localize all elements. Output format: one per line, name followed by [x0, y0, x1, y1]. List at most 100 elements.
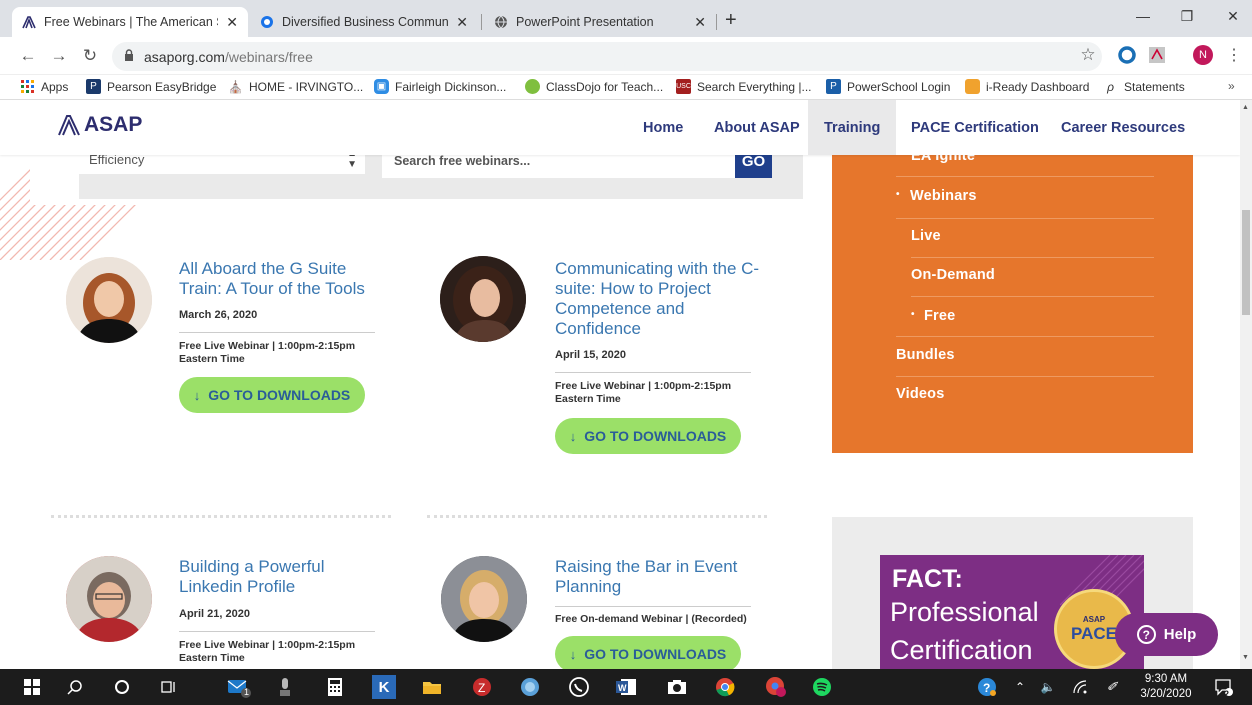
- bookmark-star-icon[interactable]: ☆: [1078, 45, 1098, 65]
- notification-badge: 2: [1224, 689, 1230, 699]
- presenter-photo: [66, 556, 152, 642]
- logo-text: ASAP: [84, 113, 143, 136]
- webinar-info: Free Live Webinar | 1:00pm-2:15pm Easter…: [179, 639, 355, 665]
- go-to-downloads-button[interactable]: ↓ GO TO DOWNLOADS: [555, 418, 741, 454]
- camera-icon[interactable]: [665, 675, 689, 699]
- help-tray-icon[interactable]: ?: [975, 675, 999, 699]
- tray-chevron-up-icon[interactable]: ⌃: [1008, 675, 1032, 699]
- bookmarks-overflow-chevron-icon[interactable]: »: [1228, 79, 1235, 93]
- back-arrow-icon[interactable]: ←: [18, 46, 38, 66]
- bookmark-label: i-Ready Dashboard: [986, 79, 1090, 94]
- task-view-icon[interactable]: [157, 675, 181, 699]
- microphone-app-icon[interactable]: [273, 675, 297, 699]
- svg-text:Z: Z: [478, 681, 485, 695]
- go-to-downloads-button[interactable]: ↓ GO TO DOWNLOADS: [555, 636, 741, 669]
- bookmark-iready[interactable]: i-Ready Dashboard: [965, 79, 1089, 94]
- chrome-icon[interactable]: [713, 675, 737, 699]
- tab-close-icon[interactable]: ✕: [456, 14, 468, 31]
- spotify-icon[interactable]: [810, 675, 834, 699]
- zotero-icon[interactable]: Z: [470, 675, 494, 699]
- webinar-title-link[interactable]: Raising the Bar in Event Planning: [555, 557, 765, 597]
- badge-main-text: PACE: [1071, 623, 1117, 643]
- url-path: /webinars/free: [224, 48, 313, 65]
- browser-toolbar: ← → ↻ asaporg.com/webinars/free ☆ N ⋮: [0, 37, 1252, 75]
- scroll-down-icon[interactable]: ▼: [1242, 654, 1249, 661]
- windows-start-icon[interactable]: [20, 675, 44, 699]
- restore-icon[interactable]: ❐: [1172, 8, 1202, 25]
- cortana-icon[interactable]: [110, 675, 134, 699]
- bookmark-label: ClassDojo for Teach...: [546, 79, 664, 94]
- web-app-icon[interactable]: [518, 675, 542, 699]
- webinar-title-link[interactable]: All Aboard the G Suite Train: A Tour of …: [179, 259, 379, 299]
- sidebar-item-videos[interactable]: Videos: [896, 386, 944, 402]
- page-scrollbar[interactable]: ▲ ▼: [1240, 100, 1252, 669]
- scroll-up-icon[interactable]: ▲: [1242, 104, 1249, 111]
- forward-arrow-icon[interactable]: →: [49, 46, 69, 66]
- sidebar-item-webinars[interactable]: Webinars: [910, 188, 977, 204]
- go-to-downloads-button[interactable]: ↓ GO TO DOWNLOADS: [179, 377, 365, 413]
- bookmark-classdojo[interactable]: ClassDojo for Teach...: [525, 79, 663, 94]
- nav-home[interactable]: Home: [627, 100, 699, 155]
- nav-training[interactable]: Training: [808, 100, 897, 155]
- school-building-icon: ⛪: [228, 79, 243, 94]
- asap-logo[interactable]: ASAP: [57, 113, 142, 137]
- bookmark-label: Pearson EasyBridge: [107, 79, 217, 94]
- extension-pdf-icon[interactable]: [1147, 45, 1167, 65]
- bookmark-search-everything[interactable]: USC Search Everything |...: [676, 79, 812, 94]
- address-bar[interactable]: asaporg.com/webinars/free: [112, 42, 1102, 71]
- bookmark-fairleigh[interactable]: ▣ Fairleigh Dickinson...: [374, 79, 506, 94]
- bookmark-statements[interactable]: ρ Statements: [1103, 79, 1185, 94]
- k-app-icon[interactable]: K: [372, 675, 396, 699]
- scrollbar-thumb[interactable]: [1242, 210, 1250, 315]
- profile-avatar[interactable]: N: [1193, 45, 1213, 65]
- bookmark-pearson[interactable]: P Pearson EasyBridge: [86, 79, 216, 94]
- volume-icon[interactable]: 🔈: [1036, 675, 1060, 699]
- tab-diversified-business[interactable]: Diversified Business Communications ✕: [250, 7, 478, 37]
- reload-icon[interactable]: ↻: [80, 46, 100, 66]
- search-icon[interactable]: [63, 675, 87, 699]
- window-close-icon[interactable]: ✕: [1218, 8, 1248, 25]
- file-explorer-icon[interactable]: [420, 675, 444, 699]
- webinar-title-link[interactable]: Building a Powerful Linkedin Profile: [179, 557, 379, 597]
- minimize-icon[interactable]: —: [1128, 8, 1158, 24]
- webinar-info-line: Eastern Time: [179, 652, 245, 664]
- system-clock[interactable]: 9:30 AM 3/20/2020: [1130, 672, 1202, 702]
- bookmark-label: Statements: [1124, 79, 1185, 94]
- sidebar-item-live[interactable]: Live: [911, 228, 941, 244]
- help-button[interactable]: ? Help: [1115, 613, 1218, 656]
- clock-date: 3/20/2020: [1140, 688, 1192, 700]
- tab-free-webinars[interactable]: Free Webinars | The American Society of …: [12, 7, 248, 37]
- word-icon[interactable]: W: [614, 675, 638, 699]
- tab-separator: [716, 14, 717, 30]
- bookmark-label: HOME - IRVINGTO...: [249, 79, 364, 94]
- wifi-icon[interactable]: [1068, 675, 1092, 699]
- tab-close-icon[interactable]: ✕: [226, 14, 238, 31]
- nav-pace-certification[interactable]: PACE Certification: [895, 100, 1055, 155]
- webinar-info-line: Eastern Time: [179, 353, 245, 365]
- nav-career-resources[interactable]: Career Resources: [1045, 100, 1201, 155]
- bookmark-powerschool[interactable]: P PowerSchool Login: [826, 79, 950, 94]
- presenter-photo: [66, 257, 152, 343]
- bookmark-apps[interactable]: Apps: [20, 79, 68, 94]
- pen-ink-icon[interactable]: ✐: [1100, 675, 1124, 699]
- button-label: GO TO DOWNLOADS: [208, 387, 351, 403]
- chrome-profile-icon[interactable]: [764, 675, 788, 699]
- tab-powerpoint[interactable]: PowerPoint Presentation ✕: [484, 7, 716, 37]
- bookmark-irvington[interactable]: ⛪ HOME - IRVINGTO...: [228, 79, 363, 94]
- nav-about-asap[interactable]: About ASAP: [698, 100, 816, 155]
- browser-tab-strip: Free Webinars | The American Society of …: [0, 0, 1252, 37]
- webinar-info-line: Eastern Time: [555, 393, 621, 405]
- whatsapp-icon[interactable]: [567, 675, 591, 699]
- extension-o-icon[interactable]: [1117, 45, 1137, 65]
- sidebar-item-on-demand[interactable]: On-Demand: [911, 267, 995, 283]
- pace-certification-banner[interactable]: FACT: Professional Certification ASAP PA…: [880, 555, 1144, 669]
- dotted-separator: [51, 515, 391, 518]
- sidebar-item-bundles[interactable]: Bundles: [896, 347, 955, 363]
- new-tab-button[interactable]: +: [725, 9, 737, 32]
- webinar-title-link[interactable]: Communicating with the C-suite: How to P…: [555, 259, 765, 339]
- svg-text:W: W: [618, 683, 627, 693]
- menu-kebab-icon[interactable]: ⋮: [1224, 45, 1244, 65]
- calculator-icon[interactable]: [323, 675, 347, 699]
- sidebar-item-free[interactable]: Free: [924, 308, 955, 324]
- tab-close-icon[interactable]: ✕: [694, 14, 706, 31]
